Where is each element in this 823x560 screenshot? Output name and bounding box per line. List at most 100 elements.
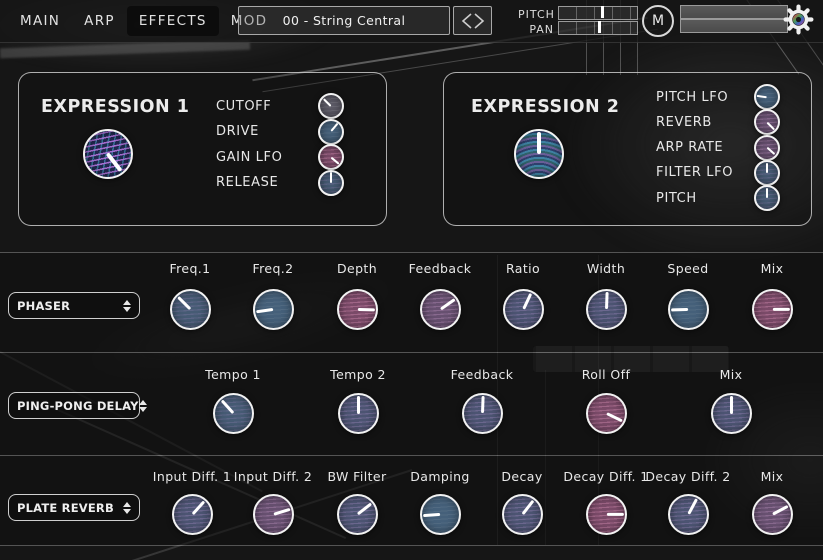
ping-pong-delay-tempo-2-knob[interactable] <box>338 393 379 434</box>
plate-reverb-input-diff-2-knob[interactable] <box>253 494 294 535</box>
gain-lfo-knob[interactable] <box>318 144 344 170</box>
ping-pong-delay-mix-group: Mix <box>679 367 783 434</box>
output-meter-top <box>680 5 788 19</box>
plate-reverb-decay-diff-1-knob-pointer <box>606 513 623 516</box>
ping-pong-delay-feedback-knob[interactable] <box>462 393 503 434</box>
plate-reverb-decay-knob[interactable] <box>502 494 543 535</box>
expression2-param-arp-rate: ARP RATE <box>656 137 723 159</box>
phaser-width-knob[interactable] <box>586 289 627 330</box>
plate-reverb-input-diff-1-knob[interactable] <box>172 494 213 535</box>
pitch-lfo-knob[interactable] <box>754 84 780 110</box>
ping-pong-delay-selector-label: PING-PONG DELAY <box>17 399 139 413</box>
pitch-lfo-knob-pointer <box>757 95 768 98</box>
plate-reverb-decay-diff-2-knob-pointer <box>687 498 698 515</box>
ping-pong-delay-tempo-2-knob-pointer <box>357 396 360 413</box>
pan-slider[interactable] <box>558 21 638 35</box>
filter-lfo-knob-pointer <box>766 163 768 173</box>
expression1-title: EXPRESSION 1 <box>41 97 189 117</box>
ping-pong-delay-mix-knob[interactable] <box>711 393 752 434</box>
reverb-knob[interactable] <box>754 109 780 135</box>
filter-lfo-knob[interactable] <box>754 160 780 186</box>
phaser-mix-group: Mix <box>720 261 823 330</box>
plate-reverb-input-diff-1-knob-pointer <box>191 501 205 516</box>
ping-pong-delay-roll-off-knob[interactable] <box>586 393 627 434</box>
ping-pong-delay-tempo-1-group: Tempo 1 <box>181 367 285 434</box>
phaser-selector[interactable]: PHASER <box>8 292 140 319</box>
phaser-feedback-knob[interactable] <box>420 289 461 330</box>
pitch-slider[interactable] <box>558 6 638 20</box>
ping-pong-delay-tempo-2-group: Tempo 2 <box>306 367 410 434</box>
plate-reverb-decay-diff-2-knob[interactable] <box>668 494 709 535</box>
tab-main[interactable]: MAIN <box>8 6 72 36</box>
phaser-speed-knob[interactable] <box>668 289 709 330</box>
tab-arp[interactable]: ARP <box>72 6 127 36</box>
expression1-big-knob-pointer <box>107 153 123 172</box>
phaser-freq-1-knob-pointer <box>177 296 191 310</box>
phaser-freq-1-knob[interactable] <box>170 289 211 330</box>
phaser-ratio-knob[interactable] <box>503 289 544 330</box>
cutoff-knob[interactable] <box>318 93 344 119</box>
cutoff-knob-pointer <box>323 98 332 107</box>
expression1-big-knob[interactable] <box>83 129 133 179</box>
expression2-param-filter-lfo: FILTER LFO <box>656 162 733 184</box>
release-knob[interactable] <box>318 170 344 196</box>
phaser-depth-knob[interactable] <box>337 289 378 330</box>
feedback-label: Feedback <box>430 367 534 383</box>
release-label: RELEASE <box>216 175 278 190</box>
tab-effects[interactable]: EFFECTS <box>127 6 219 36</box>
plate-reverb-mix-group: Mix <box>720 469 823 535</box>
plate-reverb-mix-knob[interactable] <box>752 494 793 535</box>
expression2-param-pitch-lfo: PITCH LFO <box>656 86 728 108</box>
plate-reverb-bw-filter-knob[interactable] <box>337 494 378 535</box>
ping-pong-delay-tempo-1-knob[interactable] <box>213 393 254 434</box>
expression1-param-release: RELEASE <box>216 172 278 194</box>
plate-reverb-damping-knob[interactable] <box>420 494 461 535</box>
phaser-depth-knob-pointer <box>357 308 374 312</box>
mute-button[interactable]: M <box>642 5 674 37</box>
plate-reverb-selector-label: PLATE REVERB <box>17 501 114 515</box>
expression1-param-gain-lfo: GAIN LFO <box>216 146 282 168</box>
ping-pong-delay-selector[interactable]: PING-PONG DELAY <box>8 392 140 419</box>
phaser-freq-2-knob[interactable] <box>253 289 294 330</box>
phaser-ratio-knob-pointer <box>522 293 532 310</box>
settings-button[interactable] <box>783 4 814 35</box>
pitch-slider-thumb[interactable] <box>601 6 604 18</box>
plate-reverb-decay-diff-1-knob[interactable] <box>586 494 627 535</box>
tempo-2-label: Tempo 2 <box>306 367 410 383</box>
drive-knob[interactable] <box>318 119 344 145</box>
reverb-label: REVERB <box>656 115 712 130</box>
tempo-1-label: Tempo 1 <box>181 367 285 383</box>
pitch-label: PITCH <box>518 8 554 21</box>
divider <box>0 545 823 546</box>
pitch-label: PITCH <box>656 191 697 206</box>
phaser-mix-knob[interactable] <box>752 289 793 330</box>
arp-rate-knob[interactable] <box>754 135 780 161</box>
pan-label: PAN <box>518 23 554 36</box>
plate-reverb-bw-filter-knob-pointer <box>356 503 372 516</box>
ping-pong-delay-tempo-1-knob-pointer <box>220 400 234 415</box>
filter-lfo-label: FILTER LFO <box>656 165 733 180</box>
chevron-left-icon <box>463 14 471 28</box>
arp-rate-knob-pointer <box>766 147 775 155</box>
expression2-param-pitch: PITCH <box>656 187 697 209</box>
expression1-param-drive: DRIVE <box>216 121 259 143</box>
select-arrows-icon <box>123 300 131 312</box>
expression1-param-cutoff: CUTOFF <box>216 95 271 117</box>
expression1-panel: EXPRESSION 1 CUTOFF DRIVE GAIN LFO RELEASE <box>18 72 387 226</box>
phaser-freq-2-knob-pointer <box>256 308 274 313</box>
mix-label: Mix <box>720 469 823 485</box>
ping-pong-delay-roll-off-group: Roll Off <box>554 367 658 434</box>
ping-pong-delay-mix-knob-pointer <box>730 396 733 413</box>
plate-reverb-selector[interactable]: PLATE REVERB <box>8 494 140 521</box>
top-bar: MAINARPEFFECTSMOD 00 - String Central PI… <box>0 0 823 43</box>
pan-slider-thumb[interactable] <box>598 21 601 33</box>
select-arrows-icon <box>139 400 147 412</box>
preset-prev-next-icons[interactable] <box>459 11 487 31</box>
expression2-big-knob[interactable] <box>514 129 564 179</box>
pitch-knob-pointer <box>766 188 768 198</box>
phaser-feedback-knob-pointer <box>439 298 455 310</box>
chevron-right-icon <box>475 14 483 28</box>
pitch-knob[interactable] <box>754 185 780 211</box>
arp-rate-label: ARP RATE <box>656 140 723 155</box>
preset-selector[interactable]: 00 - String Central <box>238 6 450 35</box>
